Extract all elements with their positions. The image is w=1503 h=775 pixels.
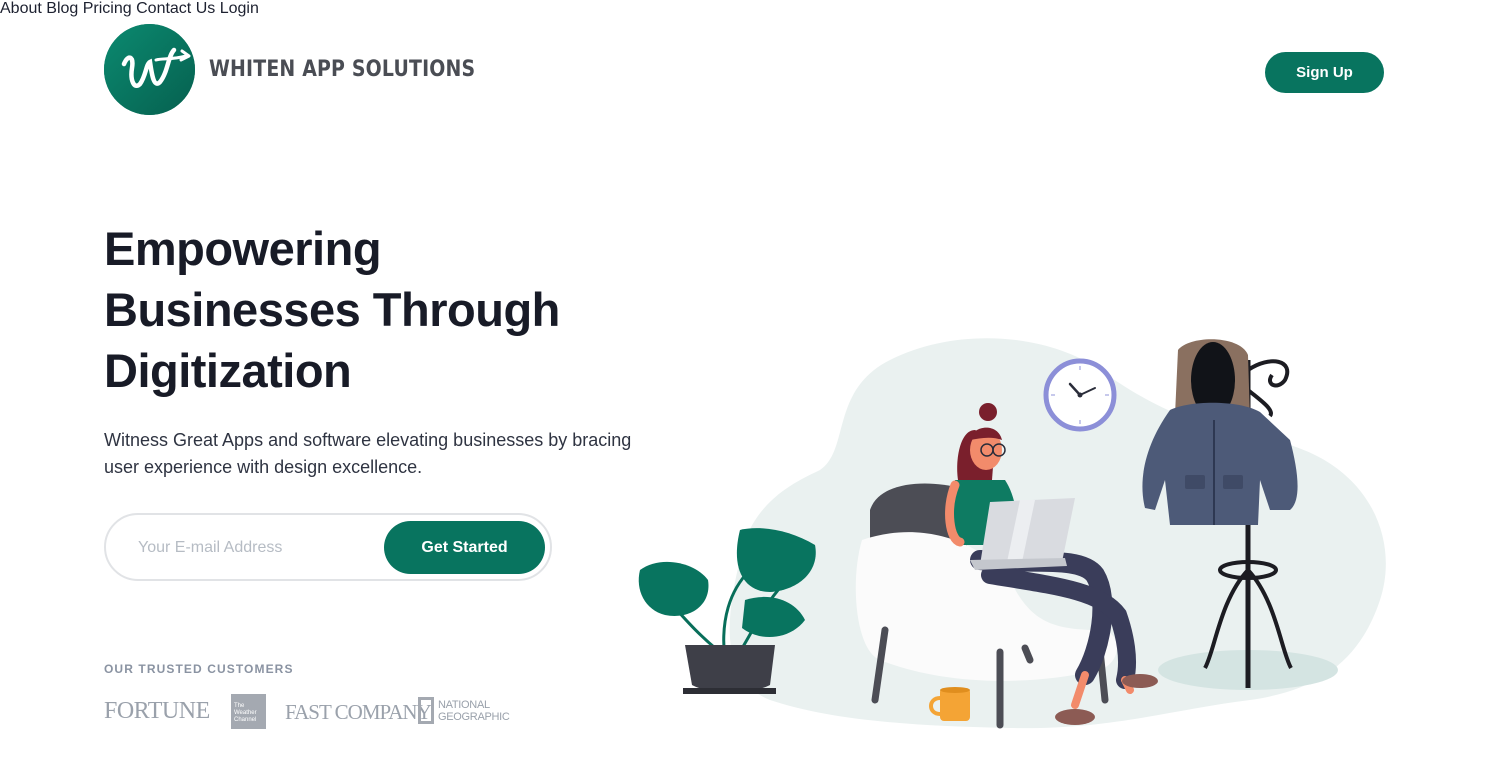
nav-pricing[interactable]: Pricing: [83, 0, 132, 17]
natgeo-line-1: NATIONAL: [438, 698, 490, 711]
hero-title-line-3: Digitization: [104, 344, 352, 397]
trusted-customers-label: OUR TRUSTED CUSTOMERS: [104, 662, 294, 676]
brand-name: WHITEN APP SOLUTIONS: [209, 57, 476, 82]
weather-line-3: Channel: [234, 717, 257, 723]
login-link[interactable]: Login: [220, 0, 259, 17]
email-input[interactable]: [138, 535, 378, 561]
sign-up-button[interactable]: Sign Up: [1265, 52, 1384, 93]
brand-logo[interactable]: WHITEN APP SOLUTIONS: [104, 24, 519, 115]
main-nav: About Blog Pricing Contact Us Login: [0, 0, 1503, 18]
weather-line-2: Weather: [234, 710, 257, 716]
national-geographic-logo: NATIONAL GEOGRAPHIC: [418, 697, 510, 724]
w-logo-icon: [104, 24, 195, 115]
hero-title-line-2: Businesses Through: [104, 283, 560, 336]
nav-blog[interactable]: Blog: [46, 0, 78, 17]
hero-title: Empowering Businesses Through Digitizati…: [104, 218, 624, 401]
natgeo-line-2: GEOGRAPHIC: [438, 710, 510, 723]
weather-line-1: The: [234, 703, 245, 709]
hero-illustration: [630, 330, 1410, 750]
fast-company-logo: FAST COMPANY: [285, 700, 432, 724]
hero-description: Witness Great Apps and software elevatin…: [104, 430, 632, 477]
hero-title-line-1: Empowering: [104, 222, 382, 275]
nav-about[interactable]: About: [0, 0, 42, 17]
email-signup-form: Get Started: [104, 513, 552, 581]
fortune-logo: FORTUNE: [104, 698, 210, 724]
nav-contact-us[interactable]: Contact Us: [136, 0, 215, 17]
weather-channel-logo: The Weather Channel: [231, 694, 266, 729]
wall-clock-icon: [1043, 358, 1117, 432]
get-started-button[interactable]: Get Started: [384, 521, 545, 574]
natgeo-frame-icon: [418, 697, 434, 724]
site-header: WHITEN APP SOLUTIONS About Blog Pricing …: [0, 0, 1503, 140]
